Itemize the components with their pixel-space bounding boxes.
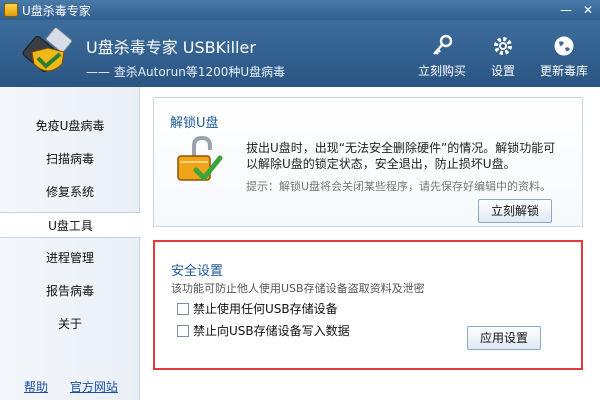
key-icon [433,34,453,55]
buy-now-button[interactable]: 立刻购买 [414,34,470,79]
official-site-link[interactable]: 官方网站 [70,380,118,394]
sidebar-item-about[interactable]: 关于 [0,311,140,337]
app-icon [4,3,18,17]
security-panel-title: 安全设置 [171,264,224,279]
sidebar: 免疫U盘病毒 扫描病毒 修复系统 U盘工具 进程管理 报告病毒 关于 帮助 官方… [0,87,141,400]
unlock-description: 拔出U盘时，出现“无法安全删除硬件”的情况。解锁功能可以解除U盘的锁定状态，安全… [246,141,556,171]
unlock-tip: 提示：解锁U盘将会关闭某些程序，请先保存好编辑中的资料。 [246,180,552,193]
checkbox-box[interactable] [177,324,189,337]
unlock-panel-title: 解锁U盘 [170,116,219,131]
settings-button[interactable]: 设置 [475,34,531,79]
title-bar: U盘杀毒专家 — ✕ [0,0,600,20]
disable-usb-storage-label: 禁止使用任何USB存储设备 [193,302,338,316]
gear-icon [494,37,512,55]
settings-label: 设置 [490,64,515,78]
sidebar-item-repair[interactable]: 修复系统 [0,179,140,205]
header-banner: U盘杀毒专家 USBKiller —— 查杀Autorun等1200种U盘病毒 … [0,20,600,87]
sidebar-item-process-manager[interactable]: 进程管理 [0,245,140,271]
buy-now-label: 立刻购买 [417,64,466,78]
brand-title: U盘杀毒专家 USBKiller [86,38,256,57]
sidebar-item-report-virus[interactable]: 报告病毒 [0,278,140,304]
checkbox-box[interactable] [177,302,189,315]
unlock-padlock-icon [177,135,223,181]
sidebar-item-scan[interactable]: 扫描病毒 [0,146,140,172]
sidebar-item-immunize[interactable]: 免疫U盘病毒 [0,113,140,139]
disable-usb-write-checkbox[interactable]: 禁止向USB存储设备写入数据 [177,322,350,339]
sidebar-item-usb-tools[interactable]: U盘工具 [0,212,141,238]
apply-settings-button[interactable]: 应用设置 [467,326,541,350]
close-icon[interactable]: ✕ [580,2,596,18]
window-controls: — ✕ [558,2,596,18]
minimize-icon[interactable]: — [558,2,574,18]
window-title: U盘杀毒专家 [22,4,91,18]
main-content: 解锁U盘 拔出U盘时，出现“无法安全删除硬件”的情况。解锁功能可以解除U盘的锁定… [141,87,600,400]
disable-usb-storage-checkbox[interactable]: 禁止使用任何USB存储设备 [177,300,338,317]
globe-icon [554,36,574,56]
unlock-usb-panel: 解锁U盘 拔出U盘时，出现“无法安全删除硬件”的情况。解锁功能可以解除U盘的锁定… [153,97,583,227]
brand-subtitle: —— 查杀Autorun等1200种U盘病毒 [86,65,286,79]
usb-shield-logo-icon [22,28,73,73]
unlock-now-button[interactable]: 立刻解锁 [478,199,552,223]
help-link[interactable]: 帮助 [24,380,48,394]
security-description: 该功能可防止他人使用USB存储设备盗取资料及泄密 [171,282,425,295]
disable-usb-write-label: 禁止向USB存储设备写入数据 [193,324,350,338]
security-settings-panel: 安全设置 该功能可防止他人使用USB存储设备盗取资料及泄密 禁止使用任何USB存… [153,240,583,370]
update-virus-db-button[interactable]: 更新毒库 [536,34,592,79]
sidebar-links: 帮助 官方网站 [24,378,136,395]
update-virus-db-label: 更新毒库 [539,64,588,78]
